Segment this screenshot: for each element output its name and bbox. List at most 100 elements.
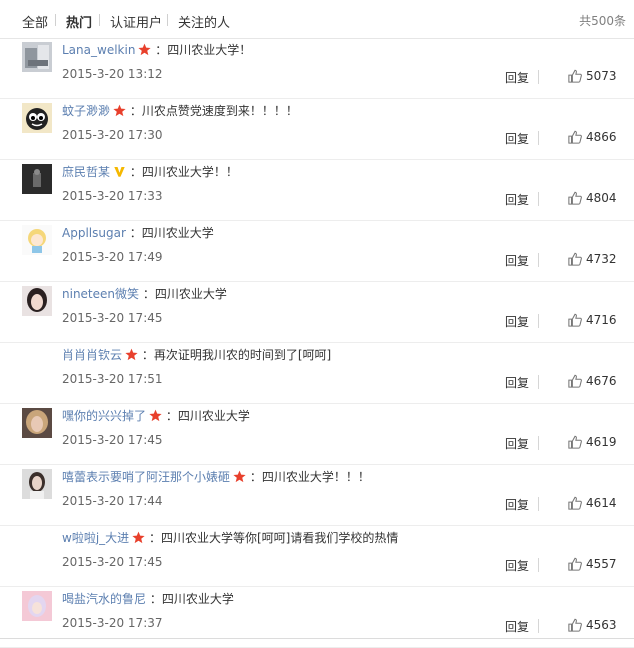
action-divider <box>538 375 539 389</box>
comment-list: Lana_welkin ：四川农业大学！ 2015-3-20 13:12 回复 507… <box>0 38 634 648</box>
action-divider <box>538 314 539 328</box>
username-link[interactable]: Appllsugar <box>62 226 126 240</box>
user-avatar[interactable] <box>22 591 52 621</box>
comment-text: 四川农业大学 <box>154 287 227 301</box>
colon-separator: ： <box>126 104 142 118</box>
comment-time: 2015-3-20 17:51 <box>62 372 163 386</box>
comment-line: 蚊子渺渺 ：川农点赞党速度到来！！！！ <box>62 102 298 120</box>
thumbs-up-icon <box>568 69 586 83</box>
reply-button[interactable]: 回复 <box>505 130 529 147</box>
reply-button[interactable]: 回复 <box>505 557 529 574</box>
user-avatar[interactable] <box>22 408 52 438</box>
like-button[interactable]: 4866 <box>568 130 617 144</box>
user-avatar[interactable] <box>22 286 52 316</box>
username-link[interactable]: w啦啦j_大进 <box>62 531 129 545</box>
username-link[interactable]: 嘿你的兴兴掉了 <box>62 409 146 423</box>
star-icon <box>113 104 126 120</box>
like-button[interactable]: 4614 <box>568 496 617 510</box>
comment-item: 蚊子渺渺 ：川农点赞党速度到来！！！！ 2015-3-20 17:30 回复 4866 <box>0 99 634 160</box>
reply-button[interactable]: 回复 <box>505 313 529 330</box>
username-link[interactable]: nineteen微笑 <box>62 287 139 301</box>
thumbs-up-icon <box>568 435 586 449</box>
like-count: 4732 <box>586 252 617 266</box>
like-button[interactable]: 4619 <box>568 435 617 449</box>
thumbs-up-icon <box>568 557 586 571</box>
colon-separator: ： <box>146 592 162 606</box>
comment-time: 2015-3-20 17:37 <box>62 616 163 630</box>
action-divider <box>538 558 539 572</box>
like-button[interactable]: 4563 <box>568 618 617 632</box>
like-button[interactable]: 4732 <box>568 252 617 266</box>
action-divider <box>538 497 539 511</box>
list-bottom-border <box>0 638 634 639</box>
comment-line: Appllsugar ：四川农业大学 <box>62 224 214 241</box>
colon-separator: ： <box>145 531 161 545</box>
star-icon <box>149 409 162 425</box>
like-count: 4716 <box>586 313 617 327</box>
comment-time: 2015-3-20 17:49 <box>62 250 163 264</box>
reply-button[interactable]: 回复 <box>505 69 529 86</box>
comment-item: 庶民哲某 ：四川农业大学！！ 2015-3-20 17:33 回复 4804 <box>0 160 634 221</box>
username-link[interactable]: 庶民哲某 <box>62 165 110 179</box>
reply-button[interactable]: 回复 <box>505 435 529 452</box>
tab-following[interactable]: 关注的人 <box>178 12 230 31</box>
comment-line: 肖肖肖钦云 ：再次证明我川农的时间到了[呵呵] <box>62 346 331 364</box>
tab-hot[interactable]: 热门 <box>66 12 92 31</box>
comment-text: 四川农业大学等你[呵呵]请看我们学校的热情 <box>160 531 399 545</box>
like-button[interactable]: 4557 <box>568 557 617 571</box>
vip-v-icon <box>113 165 126 181</box>
like-button[interactable]: 4676 <box>568 374 617 388</box>
comment-item: nineteen微笑 ：四川农业大学 2015-3-20 17:45 回复 4716 <box>0 282 634 343</box>
username-link[interactable]: Lana_welkin <box>62 43 135 57</box>
comment-line: nineteen微笑 ：四川农业大学 <box>62 285 227 302</box>
tab-verified-users[interactable]: 认证用户 <box>110 12 162 31</box>
action-divider <box>538 70 539 84</box>
colon-separator: ： <box>126 165 142 179</box>
comment-time: 2015-3-20 13:12 <box>62 67 163 81</box>
username-link[interactable]: 肖肖肖钦云 <box>62 348 122 362</box>
action-divider <box>538 131 539 145</box>
reply-button[interactable]: 回复 <box>505 618 529 635</box>
comment-time: 2015-3-20 17:45 <box>62 433 163 447</box>
total-count: 共500条 <box>579 14 626 28</box>
thumbs-up-icon <box>568 313 586 327</box>
comment-line: Lana_welkin ：四川农业大学！ <box>62 41 251 59</box>
username-link[interactable]: 嘻蕾表示要哨了阿汪那个小婊砸 <box>62 470 230 484</box>
username-link[interactable]: 喝盐汽水的鲁尼 <box>62 592 146 606</box>
action-divider <box>538 436 539 450</box>
comment-text: 四川农业大学 <box>141 226 214 240</box>
action-divider <box>538 253 539 267</box>
action-divider <box>538 192 539 206</box>
star-icon <box>233 470 246 486</box>
thumbs-up-icon <box>568 130 586 144</box>
comment-time: 2015-3-20 17:30 <box>62 128 163 142</box>
user-avatar[interactable] <box>22 164 52 194</box>
reply-button[interactable]: 回复 <box>505 252 529 269</box>
user-avatar[interactable] <box>22 225 52 255</box>
colon-separator: ： <box>151 43 168 57</box>
comment-text: 再次证明我川农的时间到了[呵呵] <box>153 348 332 362</box>
thumbs-up-icon <box>568 496 586 510</box>
comment-line: w啦啦j_大进 ：四川农业大学等你[呵呵]请看我们学校的热情 <box>62 529 398 547</box>
tab-divider <box>55 14 56 26</box>
user-avatar[interactable] <box>22 469 52 499</box>
like-button[interactable]: 5073 <box>568 69 617 83</box>
comment-text: 四川农业大学 <box>177 409 250 423</box>
comment-time: 2015-3-20 17:45 <box>62 555 163 569</box>
comment-text: 四川农业大学！ <box>167 43 252 57</box>
star-icon <box>125 348 138 364</box>
like-count: 4619 <box>586 435 617 449</box>
reply-button[interactable]: 回复 <box>505 374 529 391</box>
thumbs-up-icon <box>568 618 586 632</box>
thumbs-up-icon <box>568 191 586 205</box>
reply-button[interactable]: 回复 <box>505 191 529 208</box>
user-avatar[interactable] <box>22 103 52 133</box>
like-button[interactable]: 4716 <box>568 313 617 327</box>
user-avatar[interactable] <box>22 42 52 72</box>
username-link[interactable]: 蚊子渺渺 <box>62 104 110 118</box>
reply-button[interactable]: 回复 <box>505 496 529 513</box>
tab-all[interactable]: 全部 <box>22 12 48 31</box>
comment-text: 川农点赞党速度到来！！！！ <box>141 104 298 118</box>
like-button[interactable]: 4804 <box>568 191 617 205</box>
colon-separator: ： <box>139 287 155 301</box>
